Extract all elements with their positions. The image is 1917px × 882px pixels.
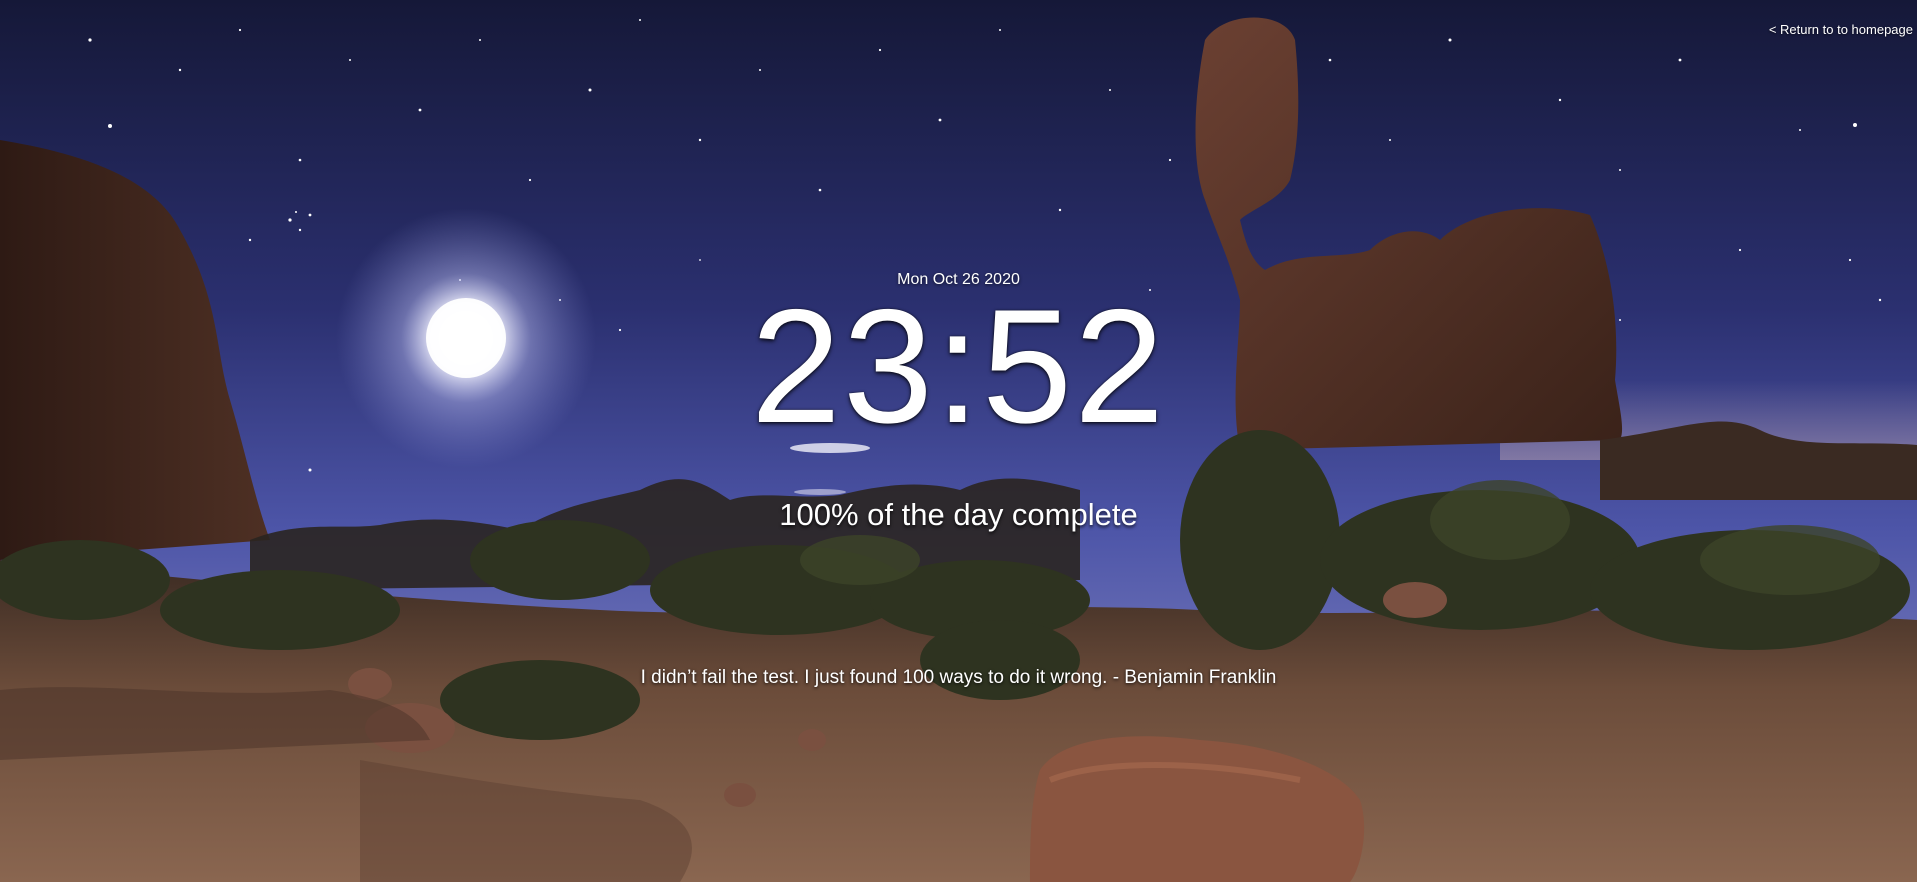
clock-time: 23:52: [750, 276, 1167, 457]
clock-page: < Return to to homepage Mon Oct 26 2020 …: [0, 0, 1917, 882]
quote-text: I didn’t fail the test. I just found 100…: [640, 667, 1277, 688]
day-progress-label: 100% of the day complete: [779, 497, 1138, 532]
return-to-homepage-link[interactable]: < Return to to homepage: [1769, 22, 1913, 37]
